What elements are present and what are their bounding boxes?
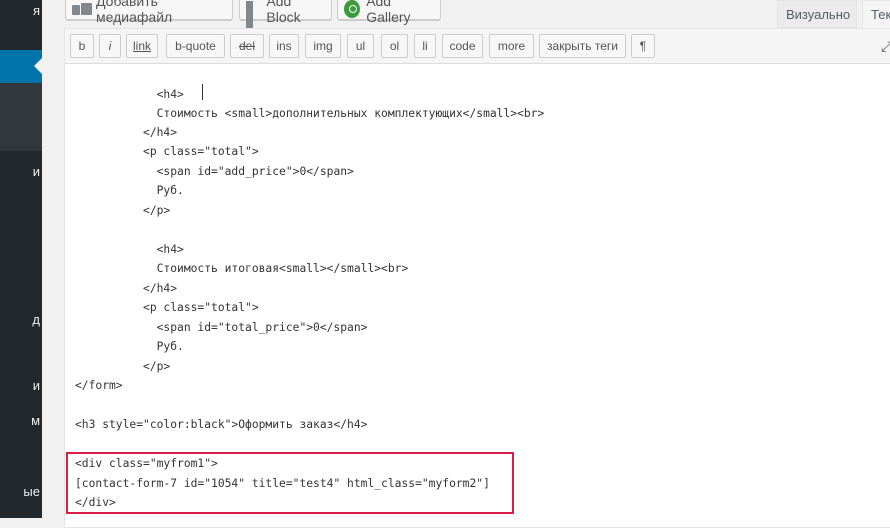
- code-line: <p class="total">: [75, 301, 259, 314]
- ins-button[interactable]: ins: [269, 34, 299, 58]
- code-line: <div class="myfrom1">: [75, 457, 218, 470]
- code-line: [contact-form-7 id="1054" title="test4" …: [75, 477, 490, 490]
- text-caret: [202, 84, 203, 100]
- sidebar-item-label[interactable]: д: [32, 312, 40, 327]
- fullscreen-icon[interactable]: ⤢: [881, 38, 890, 54]
- block-icon: [246, 0, 260, 29]
- code-line: </p>: [75, 204, 171, 217]
- media-icon: [72, 2, 92, 16]
- sidebar-item-label[interactable]: я: [33, 3, 40, 18]
- code-line: Стоимость итоговая<small></small><br>: [75, 262, 409, 275]
- ol-button[interactable]: ol: [381, 34, 408, 58]
- code-line: </h4>: [75, 282, 178, 295]
- sidebar-item-label[interactable]: ые: [23, 484, 40, 499]
- close-tags-button[interactable]: закрыть теги: [539, 34, 626, 58]
- link-button[interactable]: link: [126, 34, 158, 58]
- add-media-button[interactable]: Добавить медиафайл: [65, 0, 233, 25]
- code-line: </p>: [75, 360, 171, 373]
- paragraph-button[interactable]: ¶: [631, 34, 655, 58]
- code-line: Руб.: [75, 340, 184, 353]
- img-button[interactable]: img: [305, 34, 341, 58]
- code-line: <h4>: [75, 243, 184, 256]
- code-line: <span id="total_price">0</span>: [75, 321, 368, 334]
- sidebar-submenu: [0, 83, 42, 151]
- code-line: <h3 style="color:black">Оформить заказ</…: [75, 418, 368, 431]
- gallery-icon: [344, 0, 361, 18]
- add-block-button[interactable]: Add Block: [239, 0, 332, 29]
- code-line: </h4>: [75, 126, 178, 139]
- code-line: Стоимость <small>дополнительных комплект…: [75, 107, 545, 120]
- sidebar-item-label[interactable]: и: [33, 164, 40, 179]
- add-media-label: Добавить медиафайл: [96, 0, 173, 25]
- sidebar-item-label[interactable]: м: [31, 413, 40, 428]
- text-editor: b i link b-quote del ins img ul ol li co…: [64, 28, 890, 528]
- code-line: </div>: [75, 496, 116, 509]
- code-button[interactable]: code: [442, 34, 483, 58]
- active-indicator-arrow: [34, 58, 42, 74]
- code-line: <span id="add_price">0</span>: [75, 165, 354, 178]
- more-button[interactable]: more: [489, 34, 534, 58]
- tab-visual[interactable]: Визуально: [777, 0, 857, 28]
- add-gallery-button[interactable]: Add Gallery: [337, 0, 441, 25]
- code-line: Руб.: [75, 184, 184, 197]
- admin-sidebar: я и д и м ые: [0, 0, 42, 518]
- italic-button[interactable]: i: [99, 34, 121, 58]
- add-block-label: Add Block: [266, 0, 301, 25]
- sidebar-item-label[interactable]: и: [33, 378, 40, 393]
- blockquote-button[interactable]: b-quote: [166, 34, 225, 58]
- bold-button[interactable]: b: [70, 34, 94, 58]
- code-line: <p class="total">: [75, 145, 259, 158]
- add-gallery-label: Add Gallery: [366, 0, 411, 25]
- ul-button[interactable]: ul: [347, 34, 374, 58]
- del-button[interactable]: del: [230, 34, 264, 58]
- li-button[interactable]: li: [414, 34, 436, 58]
- tab-text[interactable]: Текст: [862, 0, 890, 28]
- quicktags-toolbar: b i link b-quote del ins img ul ol li co…: [65, 29, 890, 64]
- code-line: </form>: [75, 379, 123, 392]
- code-line: <h4>: [75, 88, 184, 101]
